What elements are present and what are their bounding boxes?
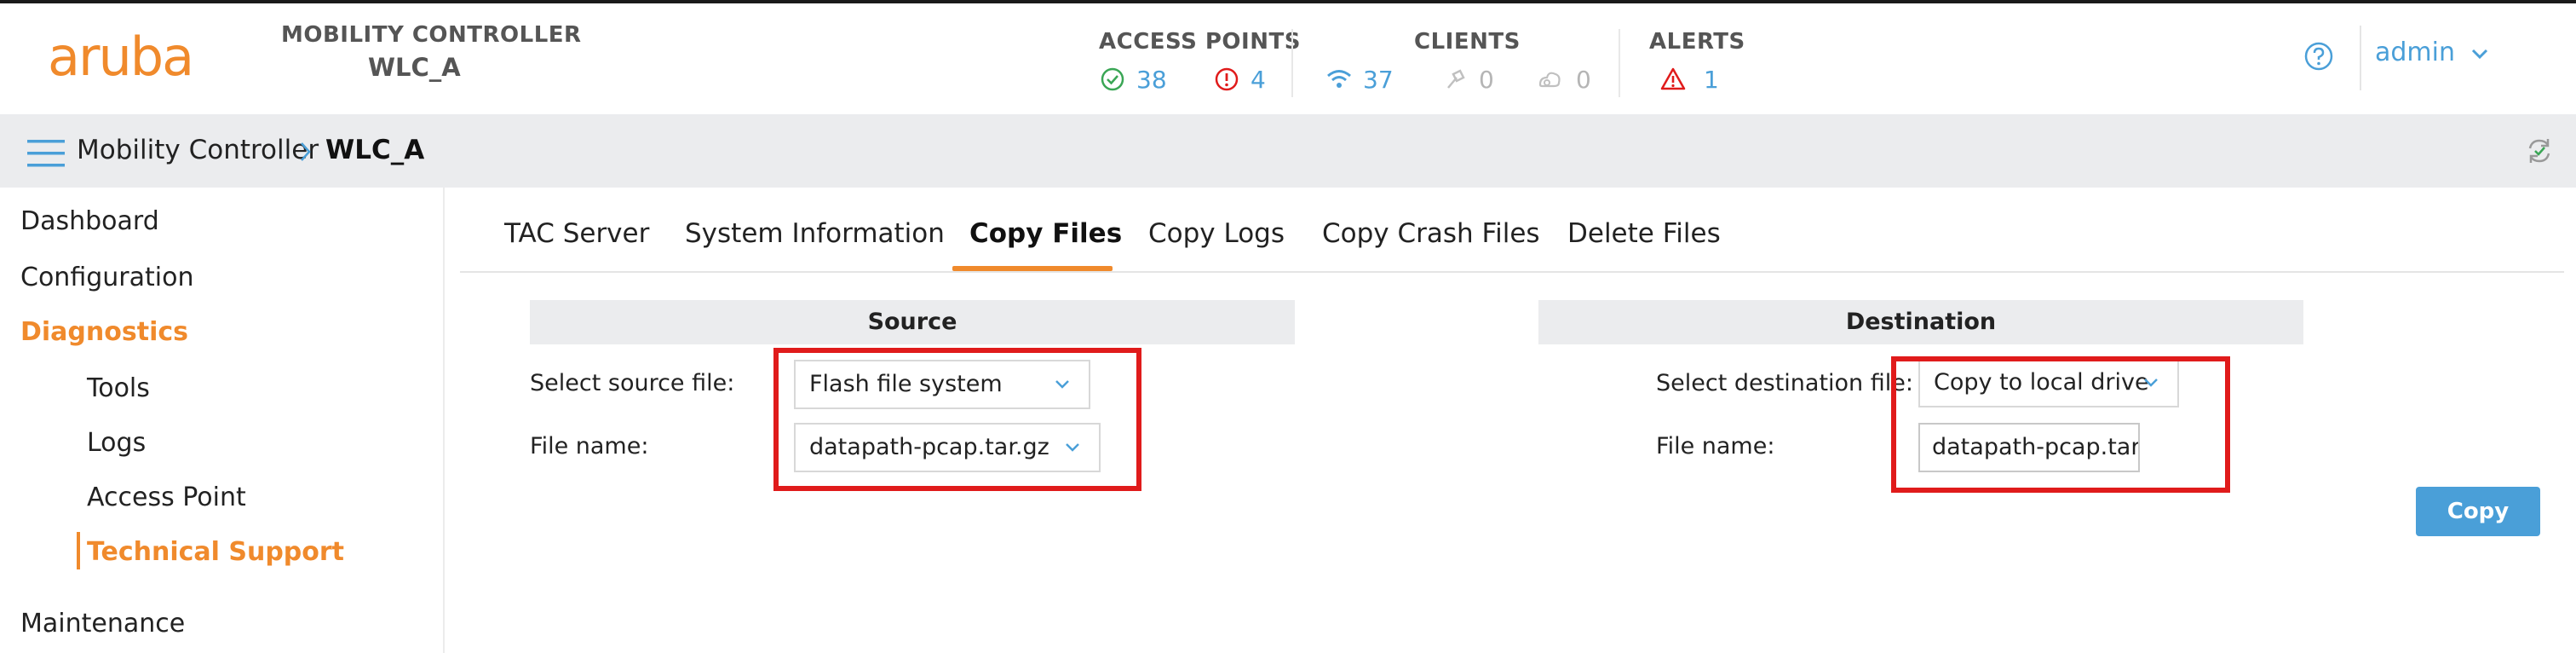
alerts-count[interactable]: 1 — [1704, 66, 1719, 94]
controller-name: WLC_A — [368, 53, 461, 82]
breadcrumb: Mobility Controller WLC_A — [0, 114, 2576, 188]
tab-delete-files[interactable]: Delete Files — [1567, 218, 1721, 249]
tab-system-information[interactable]: System Information — [685, 218, 945, 249]
destination-file-label: File name: — [1656, 433, 1775, 459]
check-circle-icon — [1101, 67, 1124, 91]
sidebar-item-diagnostics[interactable]: Diagnostics — [20, 317, 188, 347]
source-file-label: File name: — [530, 433, 649, 459]
help-icon[interactable] — [2303, 41, 2334, 72]
sidebar-item-access-point[interactable]: Access Point — [87, 483, 246, 512]
destination-highlight-box — [1891, 356, 2230, 493]
header: aruba MOBILITY CONTROLLER WLC_A ACCESS P… — [0, 3, 2576, 114]
active-tab-indicator — [952, 266, 1113, 271]
chevron-right-icon — [301, 142, 311, 161]
access-points-title: ACCESS POINTS — [1099, 29, 1301, 55]
aruba-logo: aruba — [48, 27, 194, 87]
clients-wired[interactable]: 0 — [1479, 66, 1494, 94]
svg-text:aruba: aruba — [48, 27, 193, 87]
sidebar-item-technical-support[interactable]: Technical Support — [87, 537, 344, 567]
controller-kind: MOBILITY CONTROLLER — [281, 22, 582, 48]
access-points-down[interactable]: 4 — [1251, 66, 1266, 94]
tab-copy-files[interactable]: Copy Files — [969, 218, 1122, 249]
tab-copy-logs[interactable]: Copy Logs — [1148, 218, 1285, 249]
breadcrumb-current[interactable]: WLC_A — [325, 135, 424, 165]
tab-tac-server[interactable]: TAC Server — [504, 218, 649, 249]
user-menu[interactable]: admin — [2375, 38, 2455, 67]
hamburger-menu-icon[interactable] — [26, 136, 66, 170]
source-heading: Source — [530, 300, 1295, 344]
warning-triangle-icon — [1660, 67, 1686, 90]
alert-circle-icon — [1215, 67, 1239, 91]
remote-client-icon — [1538, 72, 1561, 88]
tab-bar: TAC Server System Information Copy Files… — [460, 188, 2564, 273]
destination-select-label: Select destination file: — [1656, 370, 1913, 396]
sidebar-item-logs[interactable]: Logs — [87, 428, 146, 458]
sidebar: Dashboard Configuration Diagnostics Tool… — [0, 188, 445, 653]
alerts-title: ALERTS — [1649, 29, 1745, 55]
chevron-down-icon[interactable] — [2469, 44, 2491, 63]
header-divider — [1619, 29, 1620, 97]
copy-button[interactable]: Copy — [2416, 487, 2540, 536]
destination-heading: Destination — [1538, 300, 2303, 344]
refresh-icon[interactable] — [2523, 135, 2556, 167]
wifi-icon — [1327, 70, 1351, 88]
header-divider — [2360, 26, 2361, 90]
source-highlight-box — [773, 348, 1141, 491]
active-indicator — [77, 532, 80, 569]
sidebar-item-maintenance[interactable]: Maintenance — [20, 609, 185, 639]
sidebar-item-tools[interactable]: Tools — [87, 373, 150, 403]
sidebar-item-dashboard[interactable]: Dashboard — [20, 206, 159, 236]
sidebar-item-configuration[interactable]: Configuration — [20, 263, 193, 292]
header-divider — [1291, 29, 1293, 97]
source-select-label: Select source file: — [530, 370, 735, 396]
breadcrumb-root[interactable]: Mobility Controller — [77, 135, 319, 165]
clients-remote[interactable]: 0 — [1576, 66, 1591, 94]
access-points-up[interactable]: 38 — [1136, 66, 1167, 94]
wired-client-icon — [1447, 69, 1465, 89]
tab-copy-crash-files[interactable]: Copy Crash Files — [1322, 218, 1540, 249]
clients-wireless[interactable]: 37 — [1363, 66, 1394, 94]
clients-title: CLIENTS — [1414, 29, 1521, 55]
